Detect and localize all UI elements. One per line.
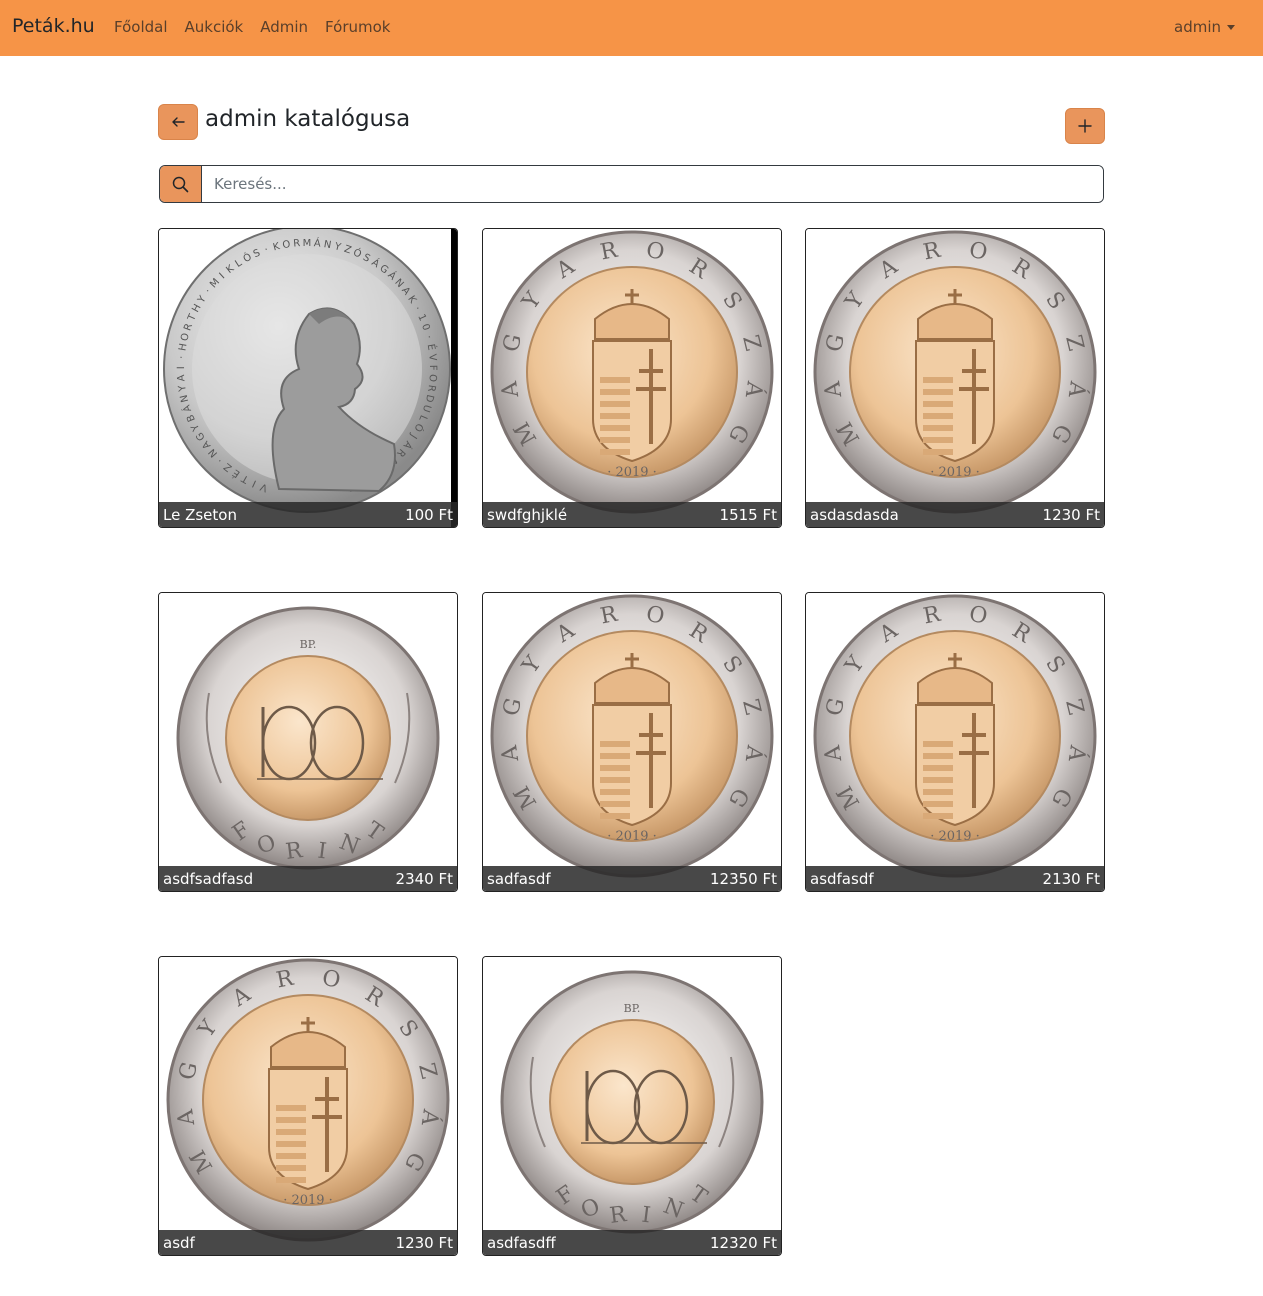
nav-link-forums[interactable]: Fórumok (325, 18, 390, 36)
svg-text:V: V (426, 354, 438, 362)
card-caption: asdfasdff 12320 Ft (483, 1230, 781, 1255)
brand-logo[interactable]: Peták.hu (12, 15, 95, 37)
svg-text:· 2019 ·: · 2019 · (607, 829, 657, 844)
coin-image: VITÉZ·NAGYBÁNYAI·HORTHY·MIKLÓS · K O R M Á N Y ZÓ… (159, 229, 457, 527)
catalog-card[interactable]: MAGYARORSZÁG · 2019 · asdasdasda 1230 Ft (805, 228, 1105, 528)
item-price: 100 Ft (405, 505, 453, 524)
card-caption: asdf 1230 Ft (159, 1230, 457, 1255)
card-caption: sadfasdf 12350 Ft (483, 866, 781, 891)
user-dropdown[interactable]: admin (1174, 18, 1235, 36)
caret-down-icon (1227, 24, 1235, 30)
item-name: asdfsadfasd (163, 869, 254, 888)
item-price: 1515 Ft (719, 505, 777, 524)
svg-text:A: A (176, 374, 187, 382)
top-navbar: Peták.hu Főoldal Aukciók Admin Fórumok a… (0, 0, 1263, 56)
add-item-button[interactable] (1065, 108, 1105, 144)
plus-icon (1078, 119, 1092, 133)
back-button[interactable] (158, 104, 198, 140)
item-name: Le Zseton (163, 505, 237, 524)
svg-text:O: O (426, 374, 438, 383)
item-name: asdf (163, 1233, 195, 1252)
page-title: admin katalógusa (205, 106, 411, 132)
coin-image: MAGYAR ORSZÁG · 2019 · (483, 593, 781, 891)
svg-text:R: R (293, 238, 301, 250)
nav-links: Főoldal Aukciók Admin Fórumok (114, 18, 407, 36)
svg-text:· 2019 ·: · 2019 · (283, 1193, 333, 1208)
coin-image: MAGYAR ORSZÁG · 2019 · (159, 957, 457, 1255)
svg-text:· 2019 ·: · 2019 · (930, 465, 980, 480)
svg-text:BP.: BP. (624, 1002, 641, 1015)
coin-image: MAGYAR ORSZÁG · 2019 · (483, 229, 781, 527)
coin-image: MAGYAR ORSZÁG · 2019 · (806, 593, 1104, 891)
item-price: 1230 Ft (1042, 505, 1100, 524)
item-price: 2340 Ft (395, 869, 453, 888)
svg-text:M: M (303, 238, 312, 249)
svg-text:I: I (176, 366, 187, 369)
card-caption: asdasdasda 1230 Ft (806, 502, 1104, 527)
catalog-card[interactable]: BP. FORINT asdfasdff 12320 Ft (482, 956, 782, 1256)
arrow-left-icon (172, 117, 185, 127)
coin-image: BP. FO R I NT (159, 593, 457, 891)
search-input[interactable] (202, 166, 1103, 202)
item-name: asdasdasda (810, 505, 899, 524)
catalog-card[interactable]: V I T É Z · N A G Y B Á N Y A I · H O R T H Y · M I K L Ó S · K O R M Á N Y Z Ó… (158, 228, 458, 528)
search-button[interactable] (160, 166, 202, 202)
catalog-card[interactable]: BP. FORINT asdfsadfasd 2340 Ft (158, 592, 458, 892)
item-price: 12350 Ft (710, 869, 777, 888)
item-name: asdfasdf (810, 869, 874, 888)
search-bar (159, 165, 1104, 203)
nav-link-admin[interactable]: Admin (260, 18, 308, 36)
card-caption: asdfasdf 2130 Ft (806, 866, 1104, 891)
item-name: asdfasdff (487, 1233, 556, 1252)
item-name: swdfghjklé (487, 505, 568, 524)
catalog-card[interactable]: MAGYARORSZÁG · 2019 · swdfghjklé 1515 Ft (482, 228, 782, 528)
nav-link-home[interactable]: Főoldal (114, 18, 168, 36)
item-price: 2130 Ft (1042, 869, 1100, 888)
card-caption: swdfghjklé 1515 Ft (483, 502, 781, 527)
card-caption: Le Zseton 100 Ft (159, 502, 457, 527)
search-icon (172, 176, 189, 192)
nav-link-auctions[interactable]: Aukciók (185, 18, 244, 36)
catalog-card[interactable]: MAGYARORSZÁG · 2019 · sadfasdf 12350 Ft (482, 592, 782, 892)
user-name: admin (1174, 18, 1221, 36)
catalog-card[interactable]: MAGYARORSZÁG · 2019 · asdf 1230 Ft (158, 956, 458, 1256)
svg-text:Á: Á (313, 236, 321, 250)
coin-image: MAGYAR ORSZÁG · 2019 · (806, 229, 1104, 527)
svg-text:· 2019 ·: · 2019 · (607, 465, 657, 480)
catalog-card[interactable]: MAGYARORSZÁG · 2019 · asdfasdf 2130 Ft (805, 592, 1105, 892)
svg-text:F: F (427, 365, 438, 371)
svg-text:BP.: BP. (300, 638, 317, 651)
item-price: 1230 Ft (395, 1233, 453, 1252)
item-price: 12320 Ft (710, 1233, 777, 1252)
item-name: sadfasdf (487, 869, 551, 888)
card-caption: asdfsadfasd 2340 Ft (159, 866, 457, 891)
coin-image: BP. FO R I NT (483, 957, 781, 1255)
svg-text:· 2019 ·: · 2019 · (930, 829, 980, 844)
